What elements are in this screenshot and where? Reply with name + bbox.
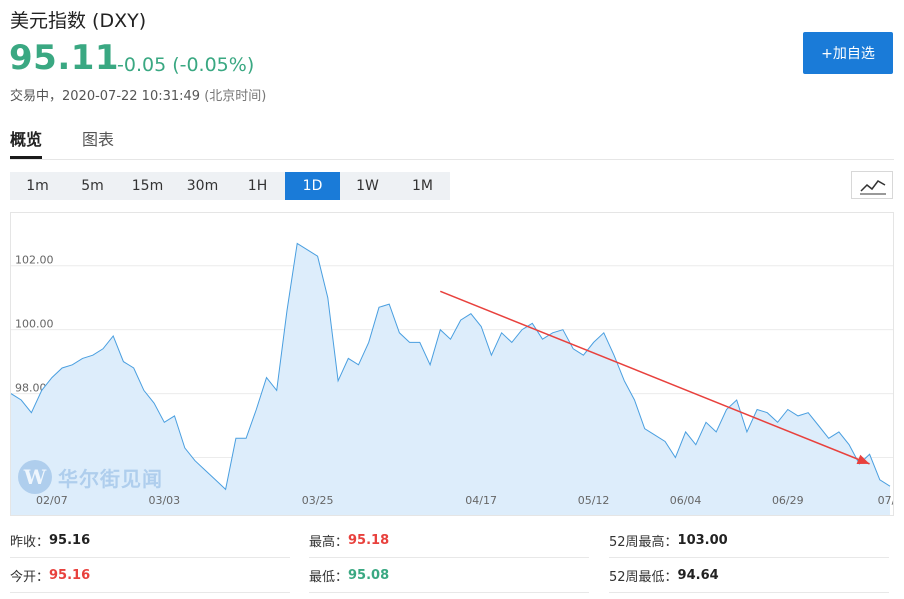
current-price: 95.11 (9, 38, 120, 78)
stat-label: 52周最高： (609, 535, 678, 550)
stat-label: 昨收： (10, 535, 50, 550)
x-tick-label: 05/12 (578, 494, 610, 507)
stat-high: 最高： 95.18 (309, 524, 589, 558)
x-tick-label: 06/04 (670, 494, 702, 507)
stat-52w-high: 52周最高： 103.00 (609, 524, 889, 558)
range-1h[interactable]: 1H (230, 172, 285, 200)
stat-label: 最低： (309, 570, 349, 585)
x-tick-label: 03/25 (302, 494, 334, 507)
stat-52w-low: 52周最低： 94.64 (609, 559, 889, 593)
stat-open: 今开： 95.16 (10, 559, 290, 593)
stat-label: 今开： (10, 570, 50, 585)
range-30m[interactable]: 30m (175, 172, 230, 200)
range-1mo[interactable]: 1M (395, 172, 450, 200)
watermark-logo-icon: W (18, 460, 52, 494)
price-change: -0.05 (-0.05%) (117, 54, 255, 76)
tabs-divider (10, 159, 894, 160)
x-tick-label: 06/29 (772, 494, 804, 507)
y-tick-label: 100.00 (15, 318, 54, 331)
stat-value: 95.16 (49, 533, 91, 548)
stat-value: 94.64 (677, 568, 719, 583)
range-5m[interactable]: 5m (65, 172, 120, 200)
time-range-selector: 1m 5m 15m 30m 1H 1D 1W 1M (10, 172, 450, 200)
x-tick-label: 02/07 (36, 494, 68, 507)
y-tick-label: 102.00 (15, 254, 54, 267)
range-1w[interactable]: 1W (340, 172, 395, 200)
watermark: W 华尔街见闻 (18, 460, 163, 494)
range-15m[interactable]: 15m (120, 172, 175, 200)
stat-value: 95.16 (49, 568, 91, 583)
x-tick-label: 07/2 (878, 494, 893, 507)
x-tick-label: 04/17 (465, 494, 497, 507)
stat-value: 95.08 (348, 568, 390, 583)
tab-overview[interactable]: 概览 (10, 126, 43, 159)
x-tick-label: 03/03 (148, 494, 180, 507)
tab-chart[interactable]: 图表 (82, 126, 114, 159)
status-text: 交易中，2020-07-22 10:31:49 (10, 89, 201, 104)
stat-value: 95.18 (348, 533, 390, 548)
watermark-text: 华尔街见闻 (58, 466, 163, 491)
timezone-label: (北京时间) (204, 89, 267, 104)
stat-value: 103.00 (677, 533, 728, 548)
tab-bar: 概览 图表 (10, 126, 114, 159)
chart-type-button[interactable] (851, 171, 893, 199)
line-chart-icon (860, 180, 886, 195)
range-1d[interactable]: 1D (285, 172, 340, 200)
page-title: 美元指数 (DXY) (10, 10, 147, 32)
stat-low: 最低： 95.08 (309, 559, 589, 593)
stat-prev-close: 昨收： 95.16 (10, 524, 290, 558)
range-1m[interactable]: 1m (10, 172, 65, 200)
stat-label: 52周最低： (609, 570, 678, 585)
trading-status: 交易中，2020-07-22 10:31:49 (北京时间) (10, 85, 266, 104)
stat-label: 最高： (309, 535, 349, 550)
add-to-watchlist-button[interactable]: +加自选 (803, 32, 893, 74)
